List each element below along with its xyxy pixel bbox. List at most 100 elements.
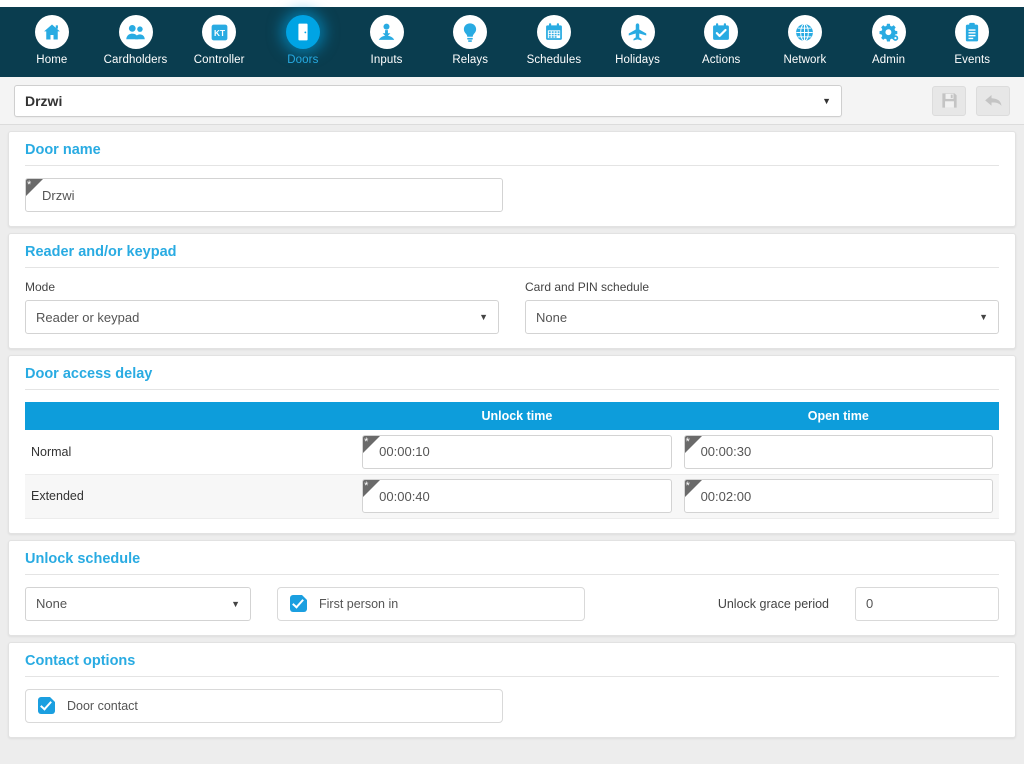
door-selector-toolbar: Drzwi ▼ (0, 77, 1024, 125)
normal-unlock-time-value: 00:00:10 (379, 444, 430, 460)
cell-normal-open-time: * 00:00:30 (677, 430, 999, 475)
unlock-schedule-value: None (36, 596, 68, 611)
nav-item-holidays[interactable]: Holidays (596, 7, 680, 66)
panel-door-access-delay: Door access delay Unlock time Open time … (8, 355, 1016, 534)
unlock-schedule-row: None ▼ First person in Unlock grace peri… (25, 586, 999, 621)
nav-item-schedules[interactable]: Schedules (512, 7, 596, 66)
nav-item-inputs[interactable]: Inputs (345, 7, 429, 66)
access-delay-table-body: Normal * 00:00:10 * 00:00:30 Extended * … (25, 430, 999, 519)
nav-item-network[interactable]: Network (763, 7, 847, 66)
cell-extended-open-time: * 00:02:00 (677, 474, 999, 519)
mode-field-group: Mode Reader or keypad ▼ (25, 280, 499, 334)
page-content: Door name * Drzwi Reader and/or keypad M… (0, 125, 1024, 764)
chevron-down-icon: ▼ (231, 598, 240, 609)
unlock-grace-period-input[interactable]: 0 (855, 586, 999, 621)
checked-calendar-icon (704, 15, 739, 49)
nav-item-home[interactable]: Home (10, 7, 94, 66)
nav-label-network: Network (783, 54, 827, 66)
undo-button[interactable] (976, 85, 1010, 116)
col-header-open-time: Open time (677, 402, 999, 430)
required-marker-icon: * (684, 480, 702, 497)
nav-item-controller[interactable]: KT Controller (177, 7, 261, 66)
extended-unlock-time-input[interactable]: * 00:00:40 (362, 479, 672, 513)
required-marker-icon: * (363, 435, 381, 453)
nav-label-doors: Doors (287, 54, 319, 66)
unlock-grace-period-label: Unlock grace period (717, 596, 829, 611)
extended-open-time-input[interactable]: * 00:02:00 (683, 479, 993, 513)
svg-text:KT: KT (214, 28, 225, 38)
extended-unlock-time-value: 00:00:40 (379, 488, 430, 504)
panel-title-reader-keypad: Reader and/or keypad (25, 244, 999, 268)
nav-item-cardholders[interactable]: Cardholders (94, 7, 178, 66)
globe-icon (787, 15, 822, 49)
panel-reader-keypad: Reader and/or keypad Mode Reader or keyp… (8, 233, 1016, 349)
col-header-blank (25, 402, 357, 430)
reader-fields-row: Mode Reader or keypad ▼ Card and PIN sch… (25, 280, 999, 334)
chevron-down-icon: ▼ (822, 95, 831, 106)
panel-title-contact-options: Contact options (25, 653, 999, 677)
table-row: Extended * 00:00:40 * 00:02:00 (25, 474, 999, 519)
row-label-normal: Normal (25, 430, 357, 475)
checkbox-checked-icon (290, 595, 307, 612)
nav-label-actions: Actions (702, 54, 741, 66)
required-marker-icon: * (684, 435, 702, 453)
mode-value: Reader or keypad (36, 309, 140, 325)
chevron-down-icon: ▼ (479, 312, 488, 322)
access-delay-table: Unlock time Open time Normal * 00:00:10 (25, 402, 999, 519)
save-button[interactable] (932, 85, 966, 116)
mode-label: Mode (25, 280, 56, 294)
chevron-down-icon: ▼ (979, 312, 988, 322)
nav-label-admin: Admin (872, 54, 906, 66)
relays-bulb-icon (453, 15, 488, 49)
inputs-icon (369, 15, 404, 49)
cell-normal-unlock-time: * 00:00:10 (356, 430, 678, 475)
card-pin-schedule-value: None (536, 309, 568, 325)
undo-arrow-icon (984, 94, 1001, 106)
panel-title-unlock-schedule: Unlock schedule (25, 551, 999, 575)
nav-item-admin[interactable]: Admin (847, 7, 931, 66)
panel-door-name: Door name * Drzwi (8, 131, 1016, 227)
checkbox-checked-icon (38, 697, 55, 714)
card-pin-schedule-label: Card and PIN schedule (525, 280, 650, 294)
nav-item-actions[interactable]: Actions (679, 7, 763, 66)
panel-contact-options: Contact options Door contact (8, 641, 1016, 738)
cardholders-icon (118, 15, 153, 49)
mode-select[interactable]: Reader or keypad ▼ (25, 300, 499, 334)
top-white-strip (0, 0, 1024, 7)
nav-label-cardholders: Cardholders (103, 54, 168, 66)
calendar-icon (536, 15, 571, 49)
door-name-input[interactable]: * Drzwi (25, 178, 503, 212)
clipboard-icon (955, 15, 990, 49)
airplane-icon (620, 15, 655, 49)
unlock-grace-period-value: 0 (866, 596, 874, 611)
table-row: Normal * 00:00:10 * 00:00:30 (25, 430, 999, 475)
first-person-in-label: First person in (319, 596, 399, 611)
door-icon (285, 15, 320, 49)
gear-icon (871, 15, 906, 49)
unlock-schedule-select[interactable]: None ▼ (25, 586, 251, 621)
door-selector-dropdown[interactable]: Drzwi ▼ (14, 84, 842, 117)
first-person-in-checkbox[interactable]: First person in (277, 586, 585, 621)
nav-item-doors[interactable]: Doors (261, 7, 345, 66)
main-navigation-bar: Home Cardholders KT Controller Doors Inp… (0, 7, 1024, 77)
door-contact-label: Door contact (67, 698, 138, 713)
nav-label-home: Home (36, 54, 68, 66)
nav-label-controller: Controller (193, 54, 245, 66)
door-contact-checkbox[interactable]: Door contact (25, 688, 503, 723)
row-label-extended: Extended (25, 474, 357, 519)
normal-open-time-value: 00:00:30 (700, 444, 752, 460)
cell-extended-unlock-time: * 00:00:40 (356, 474, 678, 519)
required-marker-icon: * (26, 179, 43, 196)
required-marker-icon: * (363, 480, 381, 497)
access-delay-table-head: Unlock time Open time (25, 402, 999, 430)
normal-unlock-time-input[interactable]: * 00:00:10 (362, 434, 672, 469)
card-pin-schedule-select[interactable]: None ▼ (525, 300, 999, 334)
nav-item-relays[interactable]: Relays (428, 7, 512, 66)
nav-label-holidays: Holidays (615, 54, 660, 66)
controller-kt-icon: KT (202, 15, 237, 49)
panel-title-door-name: Door name (25, 142, 999, 166)
panel-unlock-schedule: Unlock schedule None ▼ First person in U… (8, 539, 1016, 636)
normal-open-time-input[interactable]: * 00:00:30 (683, 434, 993, 469)
home-icon (34, 15, 69, 49)
nav-item-events[interactable]: Events (930, 7, 1014, 66)
